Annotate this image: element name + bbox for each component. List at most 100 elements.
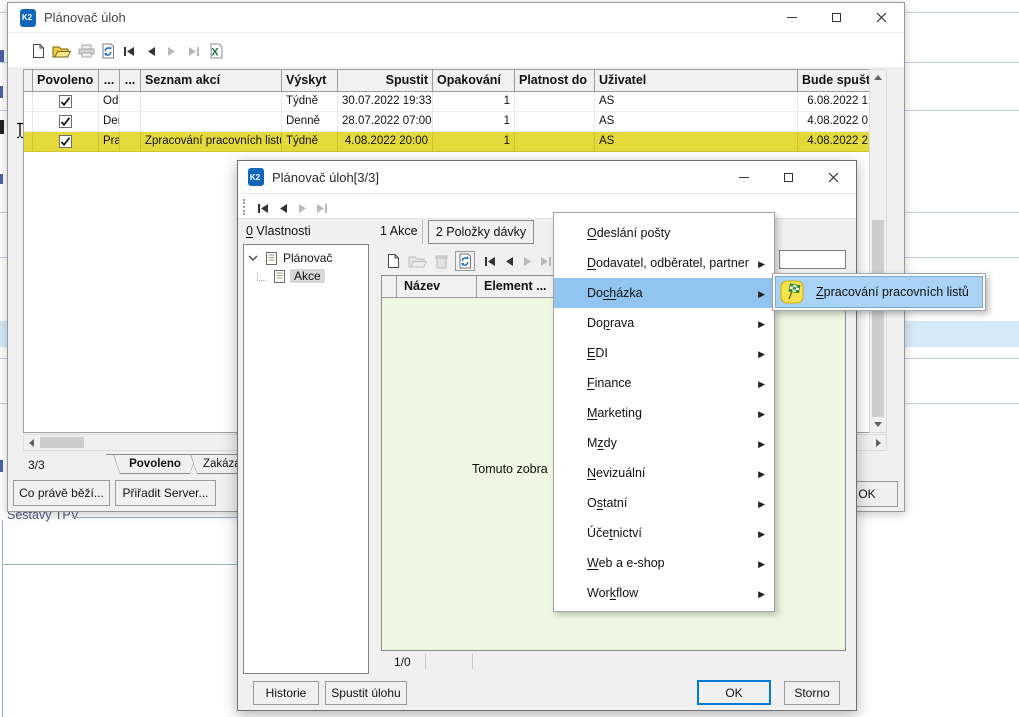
table-row[interactable]: OdeTýdně30.07.2022 19:331AS6.08.2022 1 (24, 92, 873, 112)
tree-item-akce[interactable]: Akce (274, 269, 325, 283)
close-button[interactable] (859, 3, 904, 32)
scroll-up-icon (874, 75, 882, 80)
column-header[interactable]: Výskyt (282, 70, 338, 92)
nav-next-icon[interactable] (161, 41, 181, 61)
delete-icon[interactable] (431, 251, 451, 271)
scroll-down-button[interactable] (870, 417, 886, 432)
open-folder-icon[interactable] (51, 41, 71, 61)
nav-next-icon[interactable] (517, 251, 537, 271)
table-cell (33, 132, 99, 151)
column-header[interactable]: Element ... (477, 276, 559, 298)
menu-item-label: Nevizuální (587, 466, 645, 480)
priradit-server-button[interactable]: Přiřadit Server... (115, 480, 216, 506)
historie-button[interactable]: Historie (253, 681, 319, 705)
table-cell (120, 92, 141, 111)
column-header[interactable] (24, 70, 33, 92)
toolbar-drag-handle[interactable] (243, 199, 246, 215)
column-header[interactable]: ... (120, 70, 141, 92)
column-header[interactable]: Seznam akcí (141, 70, 282, 92)
menu-item-label: Docházka (587, 286, 643, 300)
tab-akce[interactable]: 1 Akce (380, 224, 418, 238)
statusbar-divider (425, 654, 426, 669)
nav-previous-icon[interactable] (141, 41, 161, 61)
menu-item[interactable]: Nevizuální▶ (554, 458, 774, 488)
nav-last-icon[interactable] (535, 251, 555, 271)
menu-item-label: Marketing (587, 406, 642, 420)
enabled-checkbox[interactable] (59, 135, 72, 148)
horizontal-scroll-thumb[interactable] (40, 437, 84, 448)
menu-item[interactable]: Účetnictví▶ (554, 518, 774, 548)
table-cell (141, 112, 282, 131)
enabled-checkbox[interactable] (59, 115, 72, 128)
enabled-checkbox[interactable] (59, 95, 72, 108)
menu-item[interactable]: Finance▶ (554, 368, 774, 398)
column-header[interactable]: Bude spuště (798, 70, 873, 92)
table-row[interactable]: PracZpracování pracovních listůTýdně4.08… (24, 132, 873, 152)
maximize-button[interactable] (766, 161, 811, 193)
child-titlebar[interactable]: K2 Plánovač úloh[3/3] (238, 161, 856, 193)
minimize-button[interactable] (721, 161, 766, 193)
filter-input[interactable] (779, 250, 846, 269)
menu-item[interactable]: Odeslání pošty (554, 218, 774, 248)
column-header[interactable]: Povoleno (33, 70, 99, 92)
desktop: Sestavy TPV K2 Plánovač úloh (0, 0, 1019, 717)
scroll-up-button[interactable] (870, 70, 886, 85)
new-icon[interactable] (28, 41, 48, 61)
nav-first-icon[interactable] (480, 251, 500, 271)
column-header[interactable]: Název (397, 276, 477, 298)
refresh-icon[interactable] (98, 41, 118, 61)
nav-last-icon[interactable] (311, 198, 331, 218)
close-button[interactable] (811, 161, 856, 193)
column-header[interactable]: Spustit (338, 70, 433, 92)
nav-next-icon[interactable] (292, 198, 312, 218)
menu-item[interactable]: Docházka ▶ (554, 278, 774, 308)
column-header[interactable]: Opakování (433, 70, 515, 92)
nav-previous-icon[interactable] (273, 198, 293, 218)
refresh-icon[interactable] (455, 251, 475, 271)
vertical-scrollbar[interactable] (869, 69, 887, 433)
maximize-button[interactable] (814, 3, 859, 32)
open-folder-icon[interactable] (407, 251, 427, 271)
menu-item[interactable]: Mzdy▶ (554, 428, 774, 458)
new-icon[interactable] (383, 251, 403, 271)
tree-item-planovac[interactable]: Plánovač (248, 251, 332, 265)
main-window-title: Plánovač úloh (44, 10, 126, 25)
storno-button[interactable]: Storno (784, 681, 840, 705)
minimize-button[interactable] (769, 3, 814, 32)
co-prave-bezi-button[interactable]: Co právě běží... (13, 480, 110, 506)
nav-first-icon[interactable] (253, 198, 273, 218)
background-text-fragment (0, 50, 4, 62)
table-row[interactable]: DenDenně28.07.2022 07:001AS4.08.2022 0 (24, 112, 873, 132)
nav-previous-icon[interactable] (499, 251, 519, 271)
column-header[interactable]: Platnost do (515, 70, 595, 92)
column-header[interactable]: ... (99, 70, 120, 92)
column-header[interactable] (382, 276, 397, 298)
table-cell (120, 132, 141, 151)
menu-item-label: Zpracování pracovních listů (816, 285, 969, 299)
menu-item[interactable]: Dodavatel, odběratel, partner▶ (554, 248, 774, 278)
nav-last-icon[interactable] (183, 41, 203, 61)
submenu-arrow-icon: ▶ (758, 279, 765, 309)
print-icon[interactable] (76, 41, 96, 61)
scroll-right-button[interactable] (871, 435, 886, 450)
tab-vlastnosti[interactable]: 0 Vlastnosti (246, 224, 311, 238)
menu-item[interactable]: Doprava▶ (554, 308, 774, 338)
nav-first-icon[interactable] (119, 41, 139, 61)
menu-item[interactable]: Workflow▶ (554, 578, 774, 608)
svg-text:X: X (211, 47, 219, 59)
tab-polozky-davky[interactable]: 2 Položky dávky (428, 220, 534, 244)
menu-item[interactable]: Marketing▶ (554, 398, 774, 428)
export-excel-icon[interactable]: X (206, 41, 226, 61)
vertical-scroll-thumb[interactable] (872, 220, 884, 417)
tab-povoleno[interactable]: Povoleno (113, 454, 197, 474)
column-header[interactable]: Uživatel (595, 70, 798, 92)
spustit-ulohu-button[interactable]: Spustit úlohu (325, 681, 407, 705)
menu-item-zpracovani-listu[interactable]: Zpracování pracovních listů (775, 276, 983, 308)
menu-item[interactable]: EDI▶ (554, 338, 774, 368)
table-cell (141, 92, 282, 111)
menu-item[interactable]: Ostatní▶ (554, 488, 774, 518)
ok-button[interactable]: OK (697, 680, 771, 705)
menu-item[interactable]: Web a e-shop▶ (554, 548, 774, 578)
main-titlebar[interactable]: K2 Plánovač úloh (8, 3, 904, 33)
scroll-left-button[interactable] (24, 435, 39, 450)
